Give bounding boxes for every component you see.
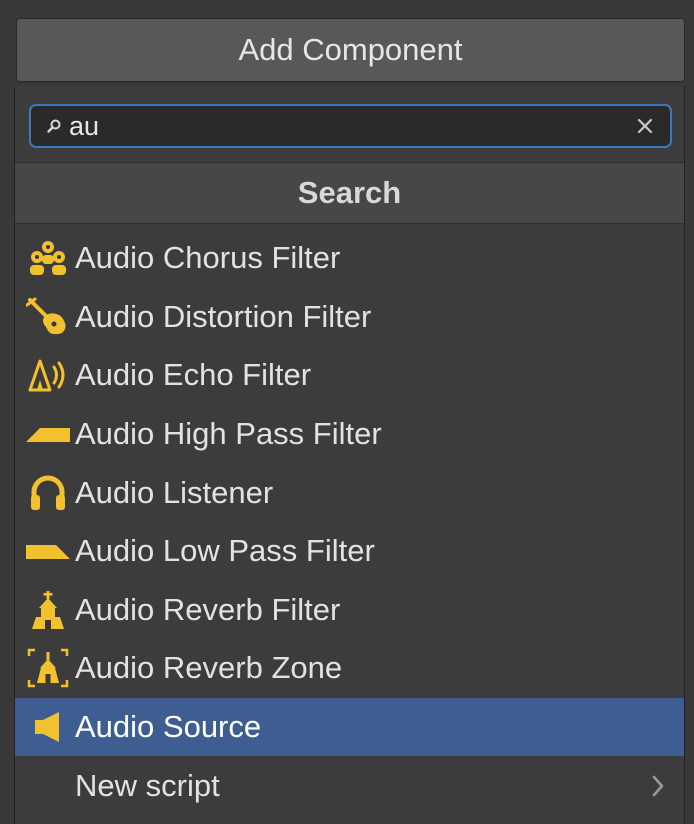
- list-item-audio-high-pass-filter[interactable]: Audio High Pass Filter: [15, 405, 684, 464]
- list-item-label: Audio Distortion Filter: [75, 298, 372, 334]
- add-component-window: Add Component Search: [0, 0, 694, 824]
- list-item-audio-reverb-zone[interactable]: Audio Reverb Zone: [15, 639, 684, 698]
- audio-reverb-zone-icon: [25, 645, 71, 691]
- audio-echo-filter-icon: [25, 352, 71, 398]
- search-input[interactable]: [67, 106, 628, 146]
- list-item-label: Audio Low Pass Filter: [75, 533, 375, 569]
- list-item-label: Audio Reverb Filter: [75, 591, 341, 627]
- component-list: Audio Chorus Filter Audio Distortion Fil…: [15, 229, 684, 815]
- audio-distortion-filter-icon: [25, 294, 71, 340]
- component-search-panel: Search Audio Cho: [14, 86, 685, 824]
- list-item-audio-listener[interactable]: Audio Listener: [15, 463, 684, 522]
- list-item-label: Audio Echo Filter: [75, 357, 312, 393]
- list-item-audio-low-pass-filter[interactable]: Audio Low Pass Filter: [15, 522, 684, 581]
- list-item-label: New script: [75, 767, 220, 803]
- add-component-button[interactable]: Add Component: [16, 18, 685, 82]
- list-item-label: Audio Reverb Zone: [75, 650, 343, 686]
- clear-search-icon[interactable]: [628, 109, 662, 143]
- search-field[interactable]: [29, 104, 672, 148]
- list-item-audio-distortion-filter[interactable]: Audio Distortion Filter: [15, 288, 684, 347]
- audio-chorus-filter-icon: [25, 235, 71, 281]
- list-item-label: Audio Source: [75, 709, 262, 745]
- audio-high-pass-filter-icon: [25, 411, 71, 457]
- list-item-audio-source[interactable]: Audio Source: [15, 697, 684, 757]
- search-section-title: Search: [297, 175, 402, 210]
- audio-low-pass-filter-icon: [25, 528, 71, 574]
- audio-reverb-filter-icon: [25, 587, 71, 633]
- search-icon: [41, 113, 67, 139]
- list-item-label: Audio Chorus Filter: [75, 240, 341, 276]
- search-section-header: Search: [15, 162, 684, 224]
- list-item-audio-reverb-filter[interactable]: Audio Reverb Filter: [15, 581, 684, 640]
- audio-listener-icon: [25, 470, 71, 516]
- chevron-right-icon: [648, 771, 668, 801]
- list-item-audio-echo-filter[interactable]: Audio Echo Filter: [15, 346, 684, 405]
- list-item-new-script[interactable]: New script: [15, 756, 684, 815]
- list-item-label: Audio High Pass Filter: [75, 416, 382, 452]
- audio-source-icon: [25, 704, 71, 750]
- add-component-label: Add Component: [238, 32, 463, 67]
- list-item-label: Audio Listener: [75, 474, 274, 510]
- list-item-audio-chorus-filter[interactable]: Audio Chorus Filter: [15, 229, 684, 288]
